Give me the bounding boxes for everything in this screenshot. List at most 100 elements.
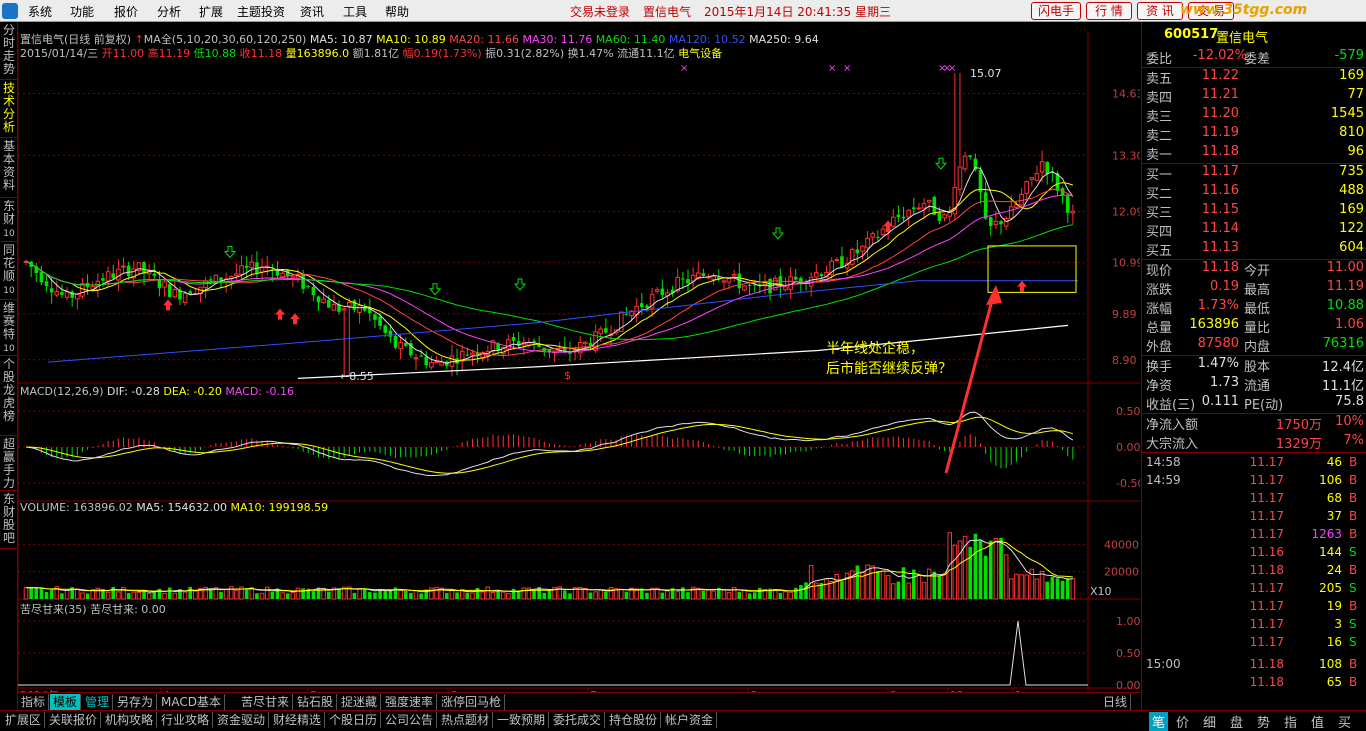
menu-function[interactable]: 功能 [70, 3, 94, 20]
candle-body [1045, 162, 1050, 174]
indicator-tab-8[interactable]: 强度速率 [382, 694, 438, 710]
quote-tab-3[interactable]: 盘 [1230, 712, 1243, 731]
status-tab-4[interactable]: 资金驱动 [214, 712, 270, 728]
volume-bar [758, 587, 762, 599]
side-tab-8[interactable]: 东 财 股 吧 [0, 491, 18, 549]
volume-bar [947, 532, 953, 600]
side-tab-4[interactable]: 同 花 顺 10 [0, 242, 18, 300]
candle-body [306, 286, 311, 288]
menu-help[interactable]: 帮助 [385, 3, 409, 20]
indicator-tab-6[interactable]: 钻石股 [294, 694, 338, 710]
divider [1142, 452, 1366, 453]
quote-tab-4[interactable]: 势 [1257, 712, 1270, 731]
status-tab-12[interactable]: 帐户资金 [662, 712, 718, 728]
candle-body [105, 271, 111, 282]
indicator-tab-4[interactable]: MACD基本 [158, 694, 225, 710]
status-tab-5[interactable]: 财经精选 [270, 712, 326, 728]
side-tab-0[interactable]: 分 时 走 势 [0, 22, 18, 80]
volume-bar [783, 591, 788, 600]
status-tab-7[interactable]: 公司公告 [382, 712, 438, 728]
indicator-tab-9[interactable]: 涨停回马枪 [438, 694, 506, 710]
quote-tab-2[interactable]: 细 [1203, 712, 1216, 731]
tick-volume: 46 [1326, 455, 1342, 469]
side-tab-6[interactable]: 个 股 龙 虎 榜 [0, 356, 18, 436]
volume-bar [259, 592, 265, 600]
volume-bar [747, 593, 752, 599]
volume-bar [311, 591, 316, 599]
window-stock-name: 置信电气 [643, 5, 692, 19]
flow-label: 大宗流入 [1146, 437, 1199, 452]
menu-quote[interactable]: 报价 [114, 3, 138, 20]
menu-analysis[interactable]: 分析 [157, 3, 181, 20]
quote-tab-6[interactable]: 值 [1311, 712, 1324, 731]
candle-body [1003, 218, 1009, 227]
side-tab-7[interactable]: 超 赢 手 力 [0, 436, 18, 491]
menu-bar: 系统 功能 报价 分析 扩展 主题投资 资讯 工具 帮助 交易未登录 置信电气 … [0, 0, 1366, 22]
side-tab-5[interactable]: 维 赛 特 10 [0, 300, 18, 356]
tick-price: 11.17 [1249, 635, 1284, 649]
candle-body [290, 276, 296, 279]
candle-body [301, 273, 305, 289]
volume-bar [188, 586, 193, 599]
status-tab-10[interactable]: 委托成交 [550, 712, 606, 728]
volume-bar [126, 593, 131, 599]
row-value: 11.19 [1201, 125, 1239, 140]
ask-row: 卖二 11.19 810 [1142, 125, 1366, 144]
event-marker-icon: × [948, 63, 956, 74]
sell-signal-icon [771, 227, 785, 240]
volume-bar [368, 592, 372, 599]
status-tab-1[interactable]: 关联报价 [46, 712, 102, 728]
indicator-tab-3[interactable]: 另存为 [114, 694, 158, 710]
status-tab-9[interactable]: 一致预期 [494, 712, 550, 728]
candle-body [999, 221, 1003, 225]
volume-bar [926, 568, 932, 600]
kline-chart[interactable]: ××××××$ 14.6313.3012.0910.999.898.9015.0… [18, 22, 1140, 710]
side-tab-sub: 10 [3, 286, 15, 296]
buy-signal-icon [290, 313, 300, 325]
menu-tools[interactable]: 工具 [343, 3, 367, 20]
quote-tab-5[interactable]: 指 [1284, 712, 1297, 731]
tick-side: B [1349, 599, 1358, 613]
lightning-trade-button[interactable]: 闪电手 [1031, 2, 1081, 20]
row-label: 净资 [1146, 379, 1173, 394]
side-tab-3[interactable]: 东 财 10 [0, 198, 18, 242]
period-label[interactable]: 日线 [1100, 694, 1132, 710]
status-tab-11[interactable]: 持仓股份 [606, 712, 662, 728]
row-label: 买一 [1146, 168, 1173, 183]
volume-bar [490, 592, 496, 600]
price-tick: 10.99 [1112, 257, 1140, 270]
row-label: 现价 [1146, 264, 1173, 279]
side-tab-1[interactable]: 技 术 分 析 [0, 80, 18, 138]
tick-side: B [1349, 455, 1358, 469]
news-button[interactable]: 资 讯 [1137, 2, 1183, 20]
indicator-tab-0[interactable]: 指标 [18, 694, 50, 710]
side-tab-label: 东 财 股 吧 [2, 492, 15, 545]
menu-news[interactable]: 资讯 [300, 3, 324, 20]
status-tab-8[interactable]: 热点题材 [438, 712, 494, 728]
status-tab-0[interactable]: 扩展区 [2, 712, 46, 728]
quote-tab-7[interactable]: 买 [1338, 712, 1351, 731]
market-button[interactable]: 行 情 [1086, 2, 1132, 20]
quote-tab-1[interactable]: 价 [1176, 712, 1189, 731]
indicator-tab-1[interactable]: 模板 [50, 694, 82, 710]
status-tab-3[interactable]: 行业攻略 [158, 712, 214, 728]
menu-system[interactable]: 系统 [28, 3, 52, 20]
volume-bar [29, 587, 33, 599]
indicator-tab-2[interactable]: 管理 [82, 694, 114, 710]
row-value-2: 11.1亿 [1322, 379, 1364, 394]
volume-bar [352, 592, 357, 599]
volume-bar [521, 587, 527, 600]
status-tab-6[interactable]: 个股日历 [326, 712, 382, 728]
quote-tab-0[interactable]: 笔 [1149, 712, 1169, 731]
candle-body [983, 192, 988, 219]
status-tab-2[interactable]: 机构攻略 [102, 712, 158, 728]
side-tab-2[interactable]: 基 本 资 料 [0, 138, 18, 198]
menu-extend[interactable]: 扩展 [199, 3, 223, 20]
menu-theme-invest[interactable]: 主题投资 [237, 3, 285, 20]
volume-bar [731, 586, 737, 600]
indicator-tab-5[interactable]: 苦尽甘来 [238, 694, 294, 710]
login-status[interactable]: 交易未登录 [570, 3, 630, 20]
candle-body [957, 166, 963, 190]
indicator-tab-7[interactable]: 捉迷藏 [338, 694, 382, 710]
candle-body [640, 303, 644, 307]
